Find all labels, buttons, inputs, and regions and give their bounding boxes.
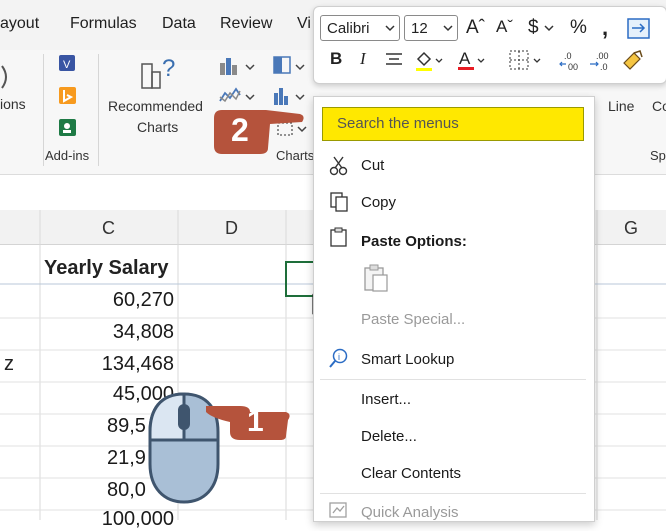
menu-item-clear-contents[interactable]: Clear Contents xyxy=(361,465,461,482)
chevron-down-icon[interactable] xyxy=(544,25,554,33)
callout-step-1-label: 1 xyxy=(247,405,264,438)
sparkline-line-label[interactable]: Line xyxy=(608,98,634,114)
menu-separator xyxy=(320,379,586,380)
recommended-charts-icon[interactable]: ? xyxy=(138,54,182,92)
percent-format-button[interactable]: % xyxy=(570,17,587,39)
callout-step-2-icon xyxy=(214,110,304,154)
salary-cell[interactable]: 134,468 xyxy=(60,353,174,376)
svg-text:A: A xyxy=(459,49,471,68)
context-menu: Search the menus Cut Copy Paste Options:… xyxy=(313,96,595,522)
search-menus-placeholder: Search the menus xyxy=(337,115,459,132)
column-chart-icon[interactable] xyxy=(218,55,258,77)
bold-button[interactable]: B xyxy=(330,49,342,69)
menu-item-delete[interactable]: Delete... xyxy=(361,428,417,445)
comma-style-button[interactable]: , xyxy=(602,15,608,41)
search-menus-input[interactable]: Search the menus xyxy=(322,107,584,141)
svg-text:.0: .0 xyxy=(600,62,608,72)
format-table-icon[interactable] xyxy=(626,17,652,41)
svg-text:.0: .0 xyxy=(564,51,572,61)
salary-cell[interactable]: 34,808 xyxy=(60,321,174,344)
italic-button[interactable]: I xyxy=(360,49,366,69)
copy-icon xyxy=(330,192,348,212)
partial-icon xyxy=(1,65,7,89)
recommended-charts-label-1[interactable]: Recommended xyxy=(108,98,203,114)
font-name-value: Calibri xyxy=(327,20,370,37)
svg-text:00: 00 xyxy=(568,62,578,72)
font-color-icon[interactable]: A xyxy=(456,47,488,73)
svg-text:.00: .00 xyxy=(596,51,609,61)
menu-item-smart-lookup[interactable]: Smart Lookup xyxy=(361,351,454,368)
callout-step-2-label: 2 xyxy=(231,112,249,148)
people-graph-icon[interactable] xyxy=(58,118,78,138)
paste-icon[interactable] xyxy=(361,263,391,293)
tab-data[interactable]: Data xyxy=(162,15,196,33)
font-size-dropdown[interactable]: 12 xyxy=(404,15,458,41)
menu-item-paste-options: Paste Options: xyxy=(361,233,467,250)
menu-separator xyxy=(320,493,586,494)
quick-analysis-icon xyxy=(329,502,347,518)
hierarchy-chart-icon[interactable] xyxy=(272,55,308,77)
sparklines-group-label: Sp xyxy=(650,148,666,163)
menu-item-cut[interactable]: Cut xyxy=(361,157,384,174)
tab-page-layout[interactable]: ayout xyxy=(0,15,39,33)
decrease-decimal-icon[interactable]: .00 .0 xyxy=(588,49,614,73)
menu-item-quick-analysis[interactable]: Quick Analysis xyxy=(361,504,459,521)
format-painter-icon[interactable] xyxy=(620,49,646,73)
tab-view[interactable]: Vi xyxy=(297,15,311,33)
paste-options-icon xyxy=(330,227,347,247)
visio-icon[interactable]: V xyxy=(57,53,79,73)
font-size-value: 12 xyxy=(411,20,428,37)
header-yearly-salary[interactable]: Yearly Salary xyxy=(44,257,169,280)
svg-text:i: i xyxy=(338,352,340,362)
group-divider xyxy=(98,54,99,166)
decrease-font-size-icon[interactable]: Aˇ xyxy=(496,17,513,37)
mini-toolbar: Calibri 12 Aˆ Aˇ $ % , B I A .0 00 .00 .… xyxy=(313,6,666,84)
partial-group-label: ions xyxy=(0,96,26,112)
bing-maps-icon[interactable] xyxy=(58,86,78,106)
fill-color-icon[interactable] xyxy=(414,49,446,73)
increase-font-size-icon[interactable]: Aˆ xyxy=(466,17,485,39)
partial-cell-text[interactable]: z xyxy=(4,353,14,376)
scissors-icon xyxy=(329,156,348,176)
callout-step-1-icon xyxy=(206,406,290,440)
sparkline-column-label[interactable]: Co xyxy=(652,98,666,114)
chevron-down-icon xyxy=(443,25,453,32)
addins-group-label: Add-ins xyxy=(45,148,90,163)
recommended-charts-label-2[interactable]: Charts xyxy=(137,119,178,135)
chevron-down-icon xyxy=(385,25,395,32)
borders-icon[interactable] xyxy=(508,49,544,73)
align-center-icon[interactable] xyxy=(384,51,404,69)
svg-text:?: ? xyxy=(162,55,175,82)
menu-item-insert[interactable]: Insert... xyxy=(361,391,411,408)
svg-text:V: V xyxy=(63,59,71,71)
tab-formulas[interactable]: Formulas xyxy=(70,15,137,33)
currency-format-button[interactable]: $ xyxy=(528,17,539,39)
smart-lookup-icon: i xyxy=(329,348,348,368)
increase-decimal-icon[interactable]: .0 00 xyxy=(558,49,584,73)
salary-cell[interactable]: 60,270 xyxy=(60,289,174,312)
menu-item-paste-special[interactable]: Paste Special... xyxy=(361,311,465,328)
tab-review[interactable]: Review xyxy=(220,15,272,33)
menu-item-copy[interactable]: Copy xyxy=(361,194,396,211)
font-name-dropdown[interactable]: Calibri xyxy=(320,15,400,41)
group-divider xyxy=(43,54,44,166)
